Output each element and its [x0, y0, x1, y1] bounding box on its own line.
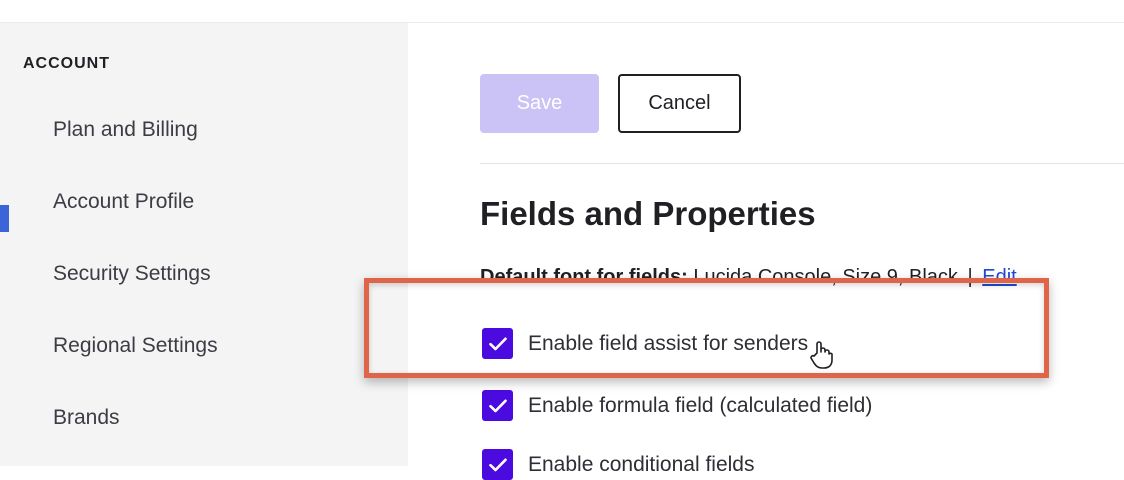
- conditional-fields-checkbox[interactable]: [482, 449, 513, 480]
- page-title: Fields and Properties: [480, 195, 816, 232]
- sidebar-item-account-profile[interactable]: Account Profile: [53, 190, 194, 214]
- sidebar-item-security-settings[interactable]: Security Settings: [53, 262, 211, 286]
- option-field-assist[interactable]: Enable field assist for senders: [482, 328, 808, 359]
- default-font-row: Default font for fields: Lucida Console,…: [480, 266, 1017, 289]
- divider: [480, 163, 1124, 164]
- edit-font-link[interactable]: Edit: [982, 266, 1016, 288]
- sidebar-section-title: ACCOUNT: [23, 55, 110, 72]
- check-icon: [488, 458, 507, 471]
- settings-sidebar: [0, 23, 408, 466]
- cancel-button[interactable]: Cancel: [618, 74, 741, 133]
- sidebar-item-regional-settings[interactable]: Regional Settings: [53, 334, 218, 358]
- hand-pointer-icon: [810, 340, 834, 375]
- option-conditional-fields[interactable]: Enable conditional fields: [482, 449, 755, 480]
- default-font-value: Lucida Console, Size 9, Black: [693, 266, 958, 288]
- left-edge-tab[interactable]: [0, 205, 9, 232]
- separator: |: [967, 266, 973, 288]
- sidebar-item-plan-and-billing[interactable]: Plan and Billing: [53, 118, 198, 142]
- field-assist-checkbox[interactable]: [482, 328, 513, 359]
- check-icon: [488, 399, 507, 412]
- conditional-fields-label: Enable conditional fields: [528, 452, 755, 476]
- check-icon: [488, 337, 507, 350]
- formula-field-checkbox[interactable]: [482, 390, 513, 421]
- formula-field-label: Enable formula field (calculated field): [528, 393, 873, 417]
- sidebar-item-brands[interactable]: Brands: [53, 406, 120, 430]
- option-formula-field[interactable]: Enable formula field (calculated field): [482, 390, 872, 421]
- save-button[interactable]: Save: [480, 74, 599, 133]
- default-font-label: Default font for fields:: [480, 266, 688, 288]
- field-assist-label: Enable field assist for senders: [528, 331, 809, 355]
- top-bar: [0, 0, 1124, 23]
